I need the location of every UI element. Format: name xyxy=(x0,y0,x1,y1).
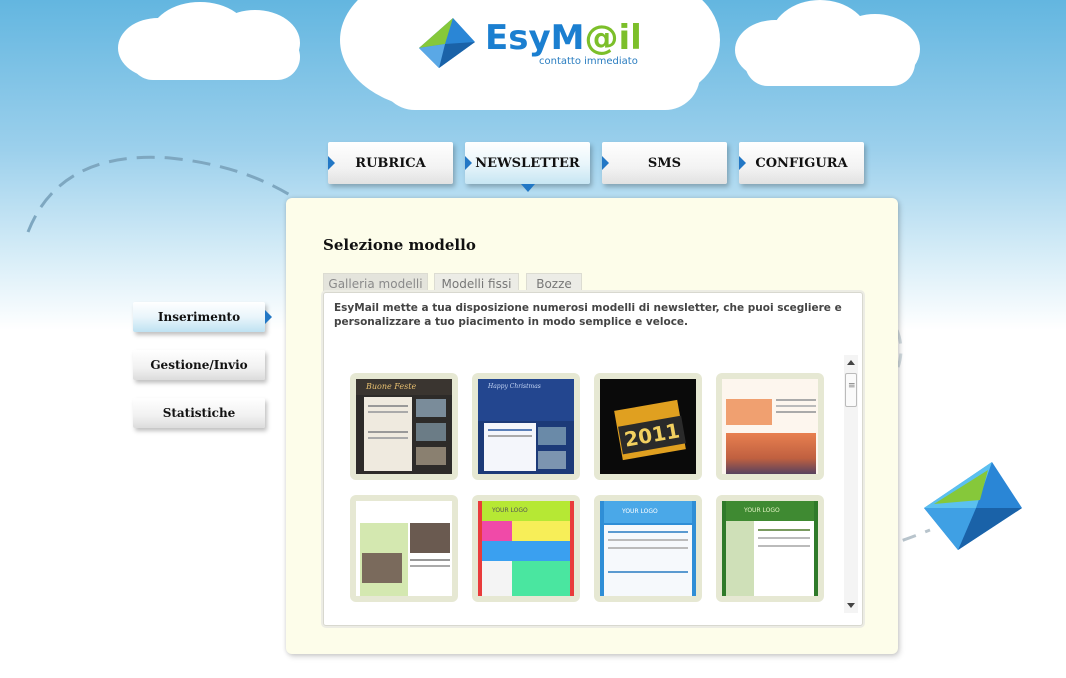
template-logo-text: YOUR LOGO xyxy=(726,501,814,521)
tab-label: RUBRICA xyxy=(355,155,426,171)
tab-label: SMS xyxy=(647,155,682,171)
brand-tagline: contatto immediato xyxy=(539,56,638,67)
template-header-text: Buone Feste xyxy=(356,379,452,395)
brand-logo[interactable]: EsyM@il contatto immediato xyxy=(415,12,645,72)
subtab-bozze[interactable]: Bozze xyxy=(526,273,582,293)
sidebar-item-label: Inserimento xyxy=(157,310,241,324)
chevron-right-icon xyxy=(739,156,746,170)
sidebar-item-statistiche[interactable]: Statistiche xyxy=(133,398,265,428)
envelope-logo-icon xyxy=(419,18,475,68)
template-preview xyxy=(722,379,818,474)
scrollbar-thumb[interactable] xyxy=(845,373,857,407)
template-thumbnail-8[interactable]: YOUR LOGO xyxy=(716,495,824,602)
template-thumbnail-7[interactable]: YOUR LOGO xyxy=(594,495,702,602)
template-thumbnail-3[interactable]: 2011 xyxy=(594,373,702,480)
template-preview: 2011 xyxy=(600,379,696,474)
chevron-right-icon xyxy=(265,310,272,324)
gallery-description: EsyMail mette a tua disposizione numeros… xyxy=(334,302,842,328)
chevron-right-icon xyxy=(602,156,609,170)
gallery-scrollbar[interactable] xyxy=(844,355,858,613)
template-thumbnail-2[interactable]: Happy Christmas xyxy=(472,373,580,480)
template-preview: Happy Christmas xyxy=(478,379,574,474)
sidebar-item-inserimento[interactable]: Inserimento xyxy=(133,302,272,332)
active-indicator-icon xyxy=(521,184,535,192)
template-preview xyxy=(356,501,452,596)
template-logo-text: YOUR LOGO xyxy=(482,501,570,521)
template-thumbnail-5[interactable] xyxy=(350,495,458,602)
gallery-container: EsyMail mette a tua disposizione numeros… xyxy=(323,292,863,626)
chevron-right-icon xyxy=(328,156,335,170)
sidebar-item-gestione-invio[interactable]: Gestione/Invio xyxy=(133,350,265,380)
template-preview: YOUR LOGO xyxy=(722,501,818,596)
tab-sms[interactable]: SMS xyxy=(602,142,727,184)
template-thumbnail-4[interactable] xyxy=(716,373,824,480)
chevron-right-icon xyxy=(465,156,472,170)
tab-configura[interactable]: CONFIGURA xyxy=(739,142,864,184)
template-thumbnail-6[interactable]: YOUR LOGO xyxy=(472,495,580,602)
tab-newsletter[interactable]: NEWSLETTER xyxy=(465,142,590,192)
scroll-up-icon[interactable] xyxy=(847,360,855,365)
scroll-down-icon[interactable] xyxy=(847,603,855,608)
subtab-modelli-fissi[interactable]: Modelli fissi xyxy=(434,273,519,293)
page-title: Selezione modello xyxy=(323,236,476,254)
tab-label: CONFIGURA xyxy=(755,155,848,171)
template-preview: YOUR LOGO xyxy=(478,501,574,596)
brand-name: EsyM@il xyxy=(485,18,642,58)
template-header-text: Happy Christmas xyxy=(478,379,574,421)
template-logo-text: YOUR LOGO xyxy=(604,501,692,523)
sidebar-item-label: Statistiche xyxy=(162,406,236,420)
template-preview: YOUR LOGO xyxy=(600,501,696,596)
template-preview: Buone Feste xyxy=(356,379,452,474)
envelope-decoration-icon xyxy=(924,462,1022,550)
sidebar-item-label: Gestione/Invio xyxy=(150,358,248,372)
tab-label: NEWSLETTER xyxy=(475,155,580,171)
main-panel: Selezione modello Galleria modelli Model… xyxy=(286,198,898,654)
tab-rubrica[interactable]: RUBRICA xyxy=(328,142,453,184)
template-thumbnail-1[interactable]: Buone Feste xyxy=(350,373,458,480)
subtab-galleria-modelli[interactable]: Galleria modelli xyxy=(323,273,428,293)
